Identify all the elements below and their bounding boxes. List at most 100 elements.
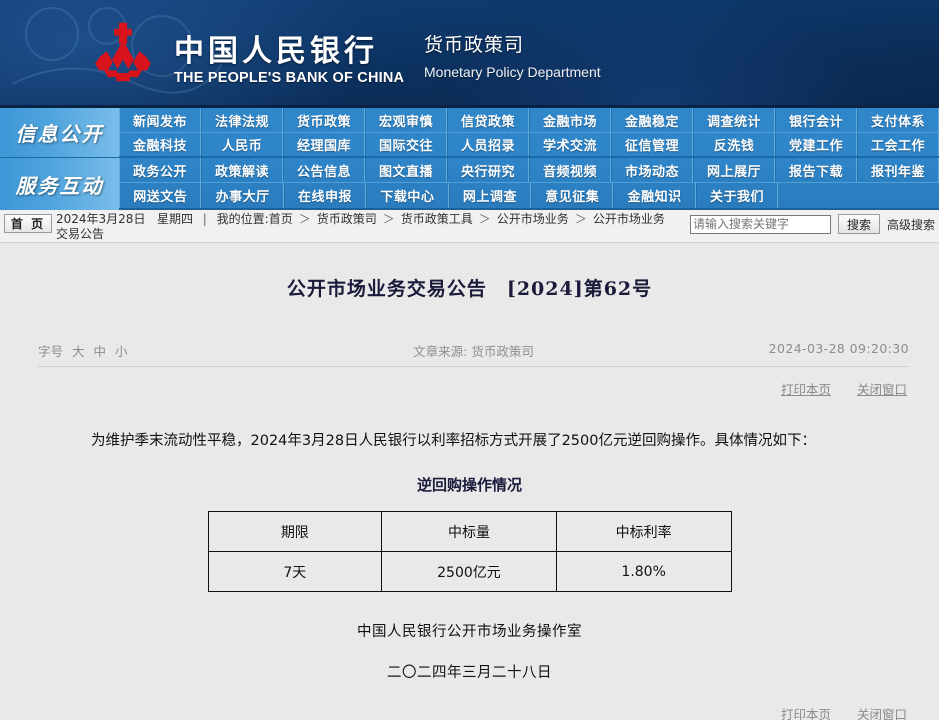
department-name-cn: 货币政策司 xyxy=(424,30,601,57)
org-name-cn: 中国人民银行 xyxy=(174,36,404,68)
article-datetime: 2024-03-28 09:20:30 xyxy=(769,341,909,356)
print-page-link-bottom[interactable]: 打印本页 xyxy=(781,707,831,720)
breadcrumb-separator: ＞ xyxy=(299,212,311,226)
nav-item-audio-video[interactable]: 音频视频 xyxy=(529,158,611,182)
department-name-en: Monetary Policy Department xyxy=(424,64,601,80)
nav-item-payment-system[interactable]: 支付体系 xyxy=(857,108,939,132)
nav-item-live-broadcast[interactable]: 图文直播 xyxy=(365,158,447,182)
breadcrumb-item-monetary-policy-dept[interactable]: 货币政策司 xyxy=(317,212,377,226)
nav-item-policy-interpretation[interactable]: 政策解读 xyxy=(201,158,283,182)
nav-item-bank-accounting[interactable]: 银行会计 xyxy=(775,108,857,132)
article-meta-row: 字号大中小 文章来源: 货币政策司 2024-03-28 09:20:30 xyxy=(38,341,909,367)
article-signature: 中国人民银行公开市场业务操作室 xyxy=(0,620,939,641)
main-navigation: 信息公开 服务互动 新闻发布 法律法规 货币政策 宏观审慎 信贷政策 金融市场 … xyxy=(0,108,939,210)
nav-item-about-us[interactable]: 关于我们 xyxy=(696,183,778,208)
article-signature-date: 二〇二四年三月二十八日 xyxy=(0,661,939,682)
nav-row: 政务公开 政策解读 公告信息 图文直播 央行研究 音频视频 市场动态 网上展厅 … xyxy=(119,158,939,183)
breadcrumb-item-open-market-operations[interactable]: 公开市场业务 xyxy=(497,212,569,226)
search-group: 搜索 高级搜索 xyxy=(690,214,935,234)
nav-row: 金融科技 人民币 经理国库 国际交往 人员招录 学术交流 征信管理 反洗钱 党建… xyxy=(119,133,939,158)
breadcrumb-item-monetary-policy-tools[interactable]: 货币政策工具 xyxy=(401,212,473,226)
nav-item-online-survey[interactable]: 网上调查 xyxy=(449,183,531,208)
close-window-link-bottom[interactable]: 关闭窗口 xyxy=(857,707,907,720)
site-logo-group[interactable]: 中国人民银行 THE PEOPLE'S BANK OF CHINA xyxy=(88,20,404,88)
table-header-row: 期限 中标量 中标利率 xyxy=(208,512,731,552)
table-header-term: 期限 xyxy=(208,512,382,552)
nav-row: 网送文告 办事大厅 在线申报 下载中心 网上调查 意见征集 金融知识 关于我们 xyxy=(119,183,939,208)
nav-item-central-bank-research[interactable]: 央行研究 xyxy=(447,158,529,182)
nav-item-credit-policy[interactable]: 信贷政策 xyxy=(447,108,529,132)
nav-item-market-trends[interactable]: 市场动态 xyxy=(611,158,693,182)
reverse-repo-table: 期限 中标量 中标利率 7天 2500亿元 1.80% xyxy=(208,511,732,592)
nav-item-download-center[interactable]: 下载中心 xyxy=(366,183,448,208)
article-content: 公开市场业务交易公告 [2024]第62号 字号大中小 文章来源: 货币政策司 … xyxy=(0,243,939,720)
nav-section-headings: 信息公开 服务互动 xyxy=(0,108,119,208)
site-banner: 中国人民银行 THE PEOPLE'S BANK OF CHINA 货币政策司 … xyxy=(0,0,939,108)
nav-item-party-building[interactable]: 党建工作 xyxy=(775,133,857,156)
nav-item-financial-market[interactable]: 金融市场 xyxy=(529,108,611,132)
org-name-en: THE PEOPLE'S BANK OF CHINA xyxy=(174,70,404,86)
nav-item-treasury[interactable]: 经理国库 xyxy=(283,133,365,156)
cell-volume: 2500亿元 xyxy=(382,552,557,592)
close-window-link[interactable]: 关闭窗口 xyxy=(857,382,907,397)
search-input[interactable] xyxy=(690,215,831,234)
nav-item-yearbook[interactable]: 报刊年鉴 xyxy=(857,158,939,182)
nav-item-report-download[interactable]: 报告下载 xyxy=(775,158,857,182)
table-caption: 逆回购操作情况 xyxy=(0,474,939,495)
article-tools-top: 打印本页 关闭窗口 xyxy=(0,379,907,398)
nav-item-credit-reference[interactable]: 征信管理 xyxy=(611,133,693,156)
search-button[interactable]: 搜索 xyxy=(838,214,880,234)
article-tools-bottom: 打印本页 关闭窗口 xyxy=(0,704,907,720)
nav-item-anti-money-laundering[interactable]: 反洗钱 xyxy=(693,133,775,156)
nav-item-statistics[interactable]: 调查统计 xyxy=(693,108,775,132)
breadcrumb-divider: | xyxy=(203,212,207,226)
nav-item-laws[interactable]: 法律法规 xyxy=(201,108,283,132)
nav-item-online-exhibition[interactable]: 网上展厅 xyxy=(693,158,775,182)
nav-item-academic[interactable]: 学术交流 xyxy=(529,133,611,156)
source-label: 文章来源: xyxy=(413,344,467,359)
source-value: 货币政策司 xyxy=(471,344,534,359)
location-label: 我的位置: xyxy=(217,212,269,226)
breadcrumb-separator: ＞ xyxy=(383,212,395,226)
advanced-search-link[interactable]: 高级搜索 xyxy=(887,216,935,233)
breadcrumb: 2024年3月28日 星期四 | 我的位置:首页 ＞ 货币政策司 ＞ 货币政策工具 ＞ 公开… xyxy=(56,212,676,242)
nav-item-online-application[interactable]: 在线申报 xyxy=(284,183,366,208)
cell-rate: 1.80% xyxy=(556,552,731,592)
nav-item-international[interactable]: 国际交往 xyxy=(365,133,447,156)
breadcrumb-separator: ＞ xyxy=(479,212,491,226)
table-row: 7天 2500亿元 1.80% xyxy=(208,552,731,592)
nav-item-financial-knowledge[interactable]: 金融知识 xyxy=(613,183,695,208)
department-group: 货币政策司 Monetary Policy Department xyxy=(424,30,601,80)
nav-item-monetary-policy[interactable]: 货币政策 xyxy=(283,108,365,132)
nav-item-news[interactable]: 新闻发布 xyxy=(119,108,201,132)
table-header-volume: 中标量 xyxy=(382,512,557,552)
cell-term: 7天 xyxy=(208,552,382,592)
nav-item-fintech[interactable]: 金融科技 xyxy=(119,133,201,156)
nav-item-feedback[interactable]: 意见征集 xyxy=(531,183,613,208)
current-weekday: 星期四 xyxy=(157,212,193,226)
nav-section-info-disclosure[interactable]: 信息公开 xyxy=(0,108,119,158)
nav-item-announcements[interactable]: 公告信息 xyxy=(283,158,365,182)
nav-item-macroprudential[interactable]: 宏观审慎 xyxy=(365,108,447,132)
nav-item-recruitment[interactable]: 人员招录 xyxy=(447,133,529,156)
article-paragraph: 为维护季末流动性平稳，2024年3月28日人民银行以利率招标方式开展了2500亿… xyxy=(62,428,879,454)
home-button[interactable]: 首 页 xyxy=(4,214,52,233)
nav-section-service-interaction[interactable]: 服务互动 xyxy=(0,158,119,210)
nav-item-union-work[interactable]: 工会工作 xyxy=(857,133,939,156)
table-header-rate: 中标利率 xyxy=(556,512,731,552)
print-page-link[interactable]: 打印本页 xyxy=(781,382,831,397)
nav-item-online-documents[interactable]: 网送文告 xyxy=(119,183,201,208)
page-title: 公开市场业务交易公告 [2024]第62号 xyxy=(0,243,939,301)
breadcrumb-bar: 首 页 2024年3月28日 星期四 | 我的位置:首页 ＞ 货币政策司 ＞ 货币政策工… xyxy=(0,210,939,243)
breadcrumb-item-home[interactable]: 首页 xyxy=(269,212,293,226)
pboc-logo-icon xyxy=(88,20,158,88)
nav-link-grid: 新闻发布 法律法规 货币政策 宏观审慎 信贷政策 金融市场 金融稳定 调查统计 … xyxy=(119,108,939,208)
nav-item-service-hall[interactable]: 办事大厅 xyxy=(201,183,283,208)
nav-item-rmb[interactable]: 人民币 xyxy=(201,133,283,156)
nav-row: 新闻发布 法律法规 货币政策 宏观审慎 信贷政策 金融市场 金融稳定 调查统计 … xyxy=(119,108,939,133)
nav-item-financial-stability[interactable]: 金融稳定 xyxy=(611,108,693,132)
current-date: 2024年3月28日 xyxy=(56,212,145,226)
nav-item-spacer xyxy=(778,183,858,208)
nav-item-government-affairs[interactable]: 政务公开 xyxy=(119,158,201,182)
breadcrumb-separator: ＞ xyxy=(575,212,587,226)
